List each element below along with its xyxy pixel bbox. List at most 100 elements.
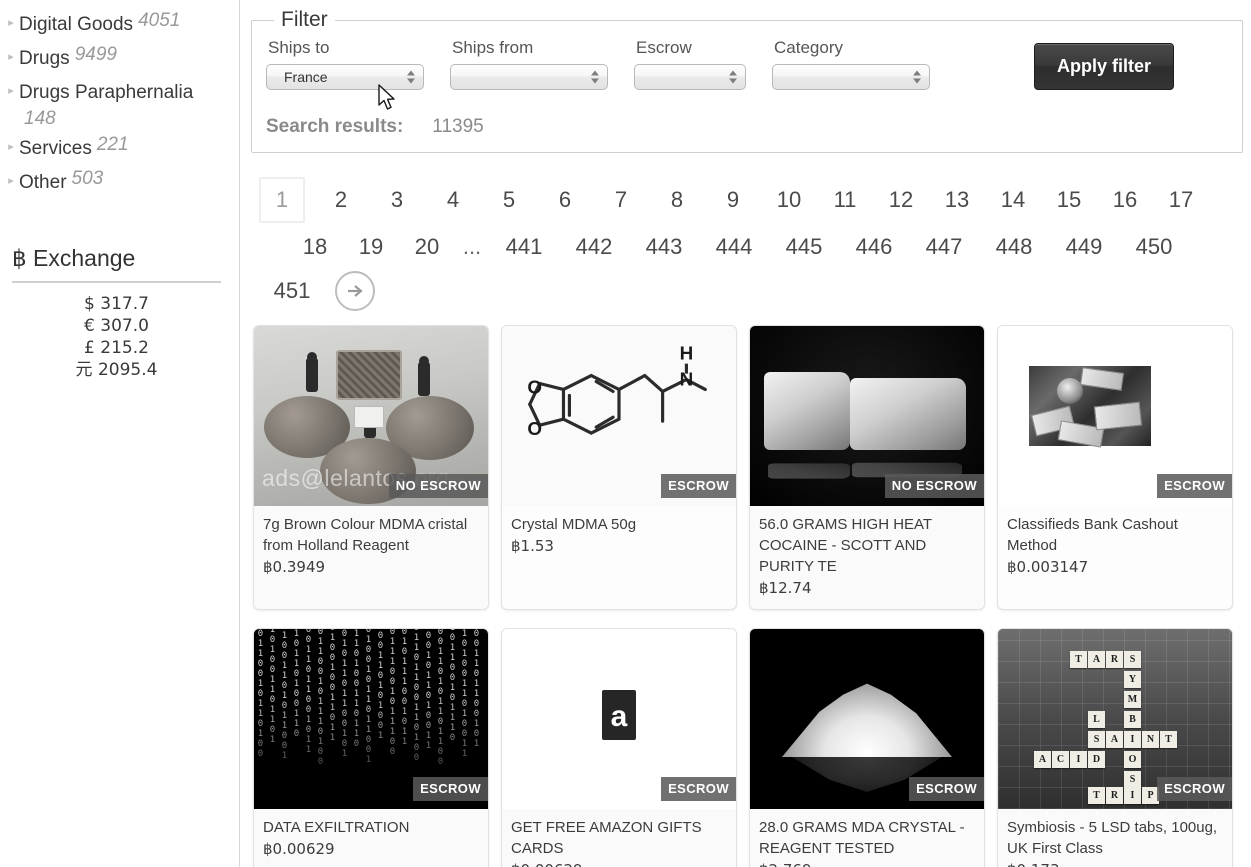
page-link-9[interactable]: 9: [715, 180, 751, 220]
product-price: ฿0.00629: [511, 860, 727, 867]
ships-from-select[interactable]: [450, 64, 608, 90]
page-link-12[interactable]: 12: [883, 180, 919, 220]
escrow-badge: ESCROW: [413, 777, 488, 801]
product-title: 28.0 GRAMS MDA CRYSTAL - REAGENT TESTED: [759, 819, 965, 857]
page-link-451[interactable]: 451: [267, 271, 317, 311]
category-count: 9499: [74, 44, 117, 65]
product-image: O O N H ESCROW: [502, 326, 736, 506]
sidebar-item-services[interactable]: ▸ Services 221: [0, 132, 239, 166]
svg-text:O: O: [527, 376, 542, 397]
page-link-19[interactable]: 19: [353, 227, 389, 267]
page-link-446[interactable]: 446: [849, 227, 899, 267]
product-price: ฿2.769: [759, 860, 975, 867]
page-link-444[interactable]: 444: [709, 227, 759, 267]
product-card[interactable]: ads@lelantos.org NO ESCROW 7g Brown Colo…: [253, 325, 489, 610]
page-link-449[interactable]: 449: [1059, 227, 1109, 267]
category-label: Services: [19, 138, 92, 159]
search-results-count: 11395: [432, 116, 484, 137]
next-page-button[interactable]: [335, 271, 375, 311]
product-card[interactable]: O O N H ESCROW Crystal MDMA 50g ฿1.53: [501, 325, 737, 610]
page-link-4[interactable]: 4: [435, 180, 471, 220]
product-price: ฿0.173: [1007, 860, 1223, 867]
sidebar-item-drugs[interactable]: ▸ Drugs 9499: [0, 42, 239, 76]
triangle-right-icon: ▸: [8, 141, 14, 153]
product-title: DATA EXFILTRATION: [263, 819, 410, 836]
filter-field-ships-to: Ships to France: [266, 36, 424, 90]
page-link-6[interactable]: 6: [547, 180, 583, 220]
page-link-14[interactable]: 14: [995, 180, 1031, 220]
product-image: ESCROW: [998, 326, 1232, 506]
exchange-rate-row: $ 317.7: [12, 293, 221, 315]
category-label: Other: [19, 172, 67, 193]
filter-legend: Filter: [281, 8, 328, 31]
page-link-5[interactable]: 5: [491, 180, 527, 220]
product-info: Classifieds Bank Cashout Method ฿0.00314…: [998, 506, 1232, 588]
page-link-443[interactable]: 443: [639, 227, 689, 267]
page-link-3[interactable]: 3: [379, 180, 415, 220]
sidebar-item-digital-goods[interactable]: ▸ Digital Goods 4051: [0, 8, 239, 42]
ships-to-label: Ships to: [268, 38, 330, 57]
page-link-7[interactable]: 7: [603, 180, 639, 220]
page-link-450[interactable]: 450: [1129, 227, 1179, 267]
page-link-17[interactable]: 17: [1163, 180, 1199, 220]
currency-symbol: 元: [75, 360, 93, 380]
product-title: Classifieds Bank Cashout Method: [1007, 516, 1178, 554]
currency-value: 307.0: [100, 316, 149, 336]
page-link-16[interactable]: 16: [1107, 180, 1143, 220]
product-info: 56.0 GRAMS HIGH HEAT COCAINE - SCOTT AND…: [750, 506, 984, 609]
ships-from-label: Ships from: [452, 38, 534, 57]
product-card[interactable]: T A R S Y M B L S A I N T A C I D O S T …: [997, 628, 1233, 867]
escrow-badge: NO ESCROW: [884, 474, 984, 498]
product-card[interactable]: NO ESCROW 56.0 GRAMS HIGH HEAT COCAINE -…: [749, 325, 985, 610]
exchange-rate-row: 元 2095.4: [12, 359, 221, 381]
sidebar-item-other[interactable]: ▸ Other 503: [0, 166, 239, 200]
product-price: ฿12.74: [759, 579, 812, 597]
page-link-445[interactable]: 445: [779, 227, 829, 267]
product-price: ฿0.003147: [1007, 558, 1089, 576]
page-link-13[interactable]: 13: [939, 180, 975, 220]
page-link-20[interactable]: 20: [409, 227, 445, 267]
chevron-updown-icon: [591, 70, 599, 84]
page-link-447[interactable]: 447: [919, 227, 969, 267]
product-card[interactable]: ESCROW Classifieds Bank Cashout Method ฿…: [997, 325, 1233, 610]
escrow-badge: ESCROW: [661, 474, 736, 498]
product-title: Symbiosis - 5 LSD tabs, 100ug, UK First …: [1007, 819, 1218, 857]
escrow-badge: ESCROW: [909, 777, 984, 801]
category-label: Drugs: [19, 48, 70, 69]
filter-field-ships-from: Ships from: [450, 36, 608, 90]
page-link-442[interactable]: 442: [569, 227, 619, 267]
triangle-right-icon: ▸: [8, 51, 14, 63]
product-grid: ads@lelantos.org NO ESCROW 7g Brown Colo…: [241, 313, 1251, 867]
category-label: Category: [774, 38, 843, 57]
category-select[interactable]: [772, 64, 930, 90]
product-card[interactable]: a ESCROW GET FREE AMAZON GIFTS CARDS ฿0.…: [501, 628, 737, 867]
product-card[interactable]: ESCROW 28.0 GRAMS MDA CRYSTAL - REAGENT …: [749, 628, 985, 867]
page-link-18[interactable]: 18: [297, 227, 333, 267]
page-link-10[interactable]: 10: [771, 180, 807, 220]
category-label: Digital Goods: [19, 14, 134, 35]
currency-value: 317.7: [100, 294, 149, 314]
product-info: GET FREE AMAZON GIFTS CARDS ฿0.00629: [502, 809, 736, 867]
search-results: Search results: 11395: [266, 116, 1228, 138]
page-link-8[interactable]: 8: [659, 180, 695, 220]
ships-to-value: France: [284, 69, 328, 85]
ships-to-select[interactable]: France: [266, 64, 424, 90]
page-link-11[interactable]: 11: [827, 180, 863, 220]
filter-field-category: Category: [772, 36, 930, 90]
category-count: 4051: [138, 10, 181, 31]
product-card[interactable]: 1 0 1 1 0 0 1 0 1 1 0 1 0 0 0 1 1 0 1 0 …: [253, 628, 489, 867]
category-list: ▸ Digital Goods 4051 ▸ Drugs 9499 ▸ Drug…: [0, 0, 239, 200]
page-link-1[interactable]: 1: [259, 177, 305, 223]
escrow-badge: ESCROW: [661, 777, 736, 801]
page-link-2[interactable]: 2: [323, 180, 359, 220]
pagination: 1 2 3 4 5 6 7 8 9 10 11 12 13 14 15 16 1…: [241, 175, 1251, 313]
escrow-select[interactable]: [634, 64, 746, 90]
page-link-15[interactable]: 15: [1051, 180, 1087, 220]
sidebar-item-drugs-paraphernalia[interactable]: ▸ Drugs Paraphernalia 148: [0, 76, 239, 132]
page-link-448[interactable]: 448: [989, 227, 1039, 267]
svg-text:H: H: [680, 343, 694, 364]
product-info: 28.0 GRAMS MDA CRYSTAL - REAGENT TESTED …: [750, 809, 984, 867]
apply-filter-button[interactable]: Apply filter: [1033, 43, 1174, 90]
page-link-441[interactable]: 441: [499, 227, 549, 267]
arrow-right-icon: [348, 285, 363, 297]
